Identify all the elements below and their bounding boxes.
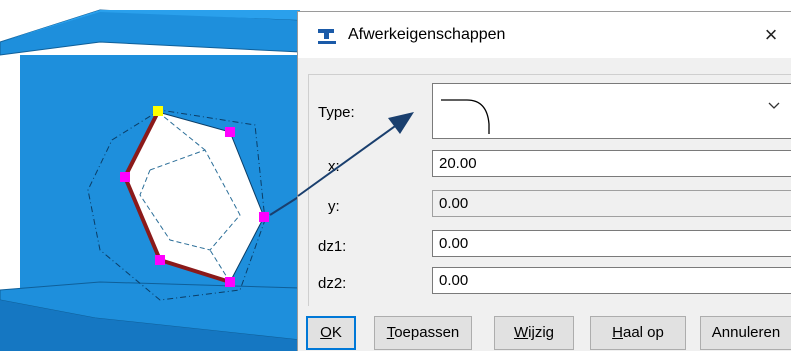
modify-button[interactable]: Wijzig: [494, 316, 574, 350]
dz1-field[interactable]: 0.00: [432, 230, 791, 257]
handle-bottom-right[interactable]: [225, 277, 235, 287]
cancel-button[interactable]: Annuleren: [700, 316, 791, 350]
ok-mnemonic: O: [320, 324, 332, 341]
close-icon[interactable]: ×: [759, 22, 783, 48]
get-button[interactable]: Haal op: [590, 316, 686, 350]
ok-label: K: [331, 324, 342, 341]
handle-top-right[interactable]: [225, 127, 235, 137]
dz2-field[interactable]: 0.00: [432, 267, 791, 294]
handle-right[interactable]: [259, 212, 269, 222]
handle-left[interactable]: [120, 172, 130, 182]
ok-button[interactable]: OK: [306, 316, 356, 350]
handle-bottom-left[interactable]: [155, 255, 165, 265]
modify-mnemonic: W: [513, 324, 529, 341]
title-bar: Afwerkeigenschappen ×: [298, 12, 791, 58]
handle-top-selected[interactable]: [153, 106, 163, 116]
finish-properties-dialog: Afwerkeigenschappen × Type: x: 20.00 y: …: [297, 11, 791, 351]
modify-label: ijzig: [528, 324, 554, 341]
x-field[interactable]: 20.00: [432, 150, 791, 177]
y-field[interactable]: 0.00: [432, 190, 791, 217]
x-label: x:: [328, 158, 340, 175]
dz1-label: dz1:: [318, 238, 347, 255]
apply-button[interactable]: Toepassen: [374, 316, 472, 350]
get-mnemonic: H: [612, 324, 623, 341]
dialog-title: Afwerkeigenschappen: [348, 26, 506, 43]
y-label: y:: [328, 198, 340, 215]
apply-label: oepassen: [394, 324, 460, 341]
type-label: Type:: [318, 104, 355, 121]
type-dropdown[interactable]: [432, 83, 791, 139]
rounded-corner-preview-icon: [441, 99, 490, 134]
chevron-down-icon: [768, 102, 780, 109]
dz2-label: dz2:: [318, 275, 347, 292]
get-label: aal op: [622, 324, 664, 341]
tekla-app-icon: [318, 29, 336, 44]
